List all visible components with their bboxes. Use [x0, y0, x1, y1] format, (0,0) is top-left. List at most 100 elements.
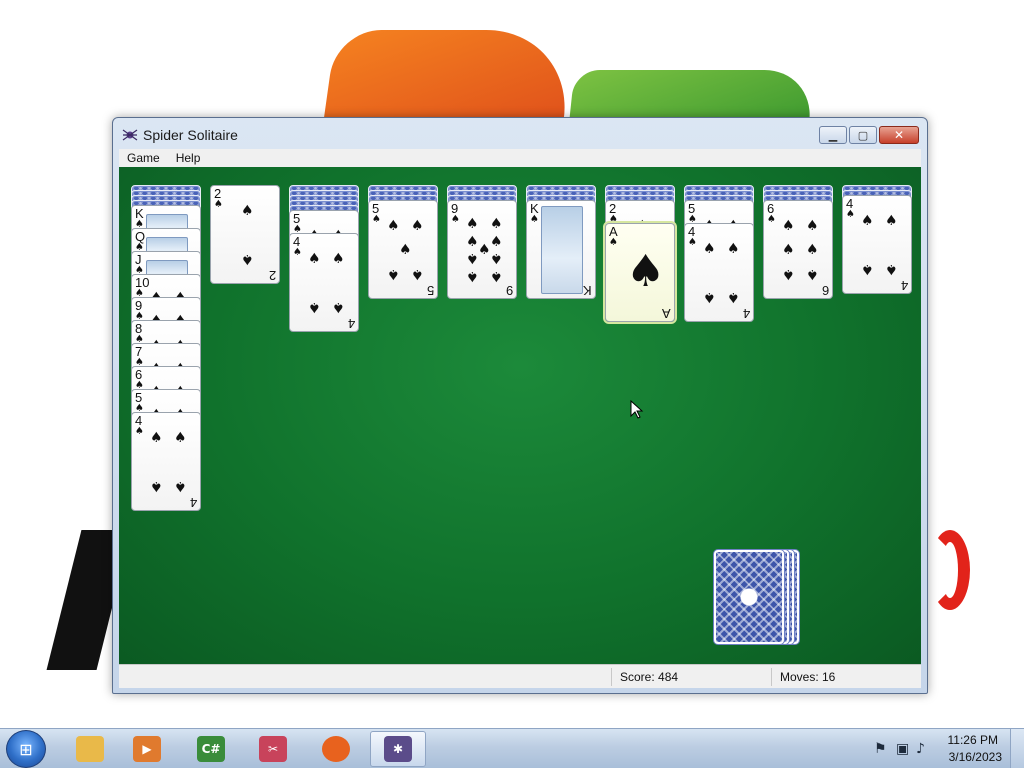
spade-icon: ♠: [150, 478, 163, 494]
court-card-art: [541, 206, 583, 294]
menu-bar: Game Help: [119, 149, 921, 167]
menu-help[interactable]: Help: [168, 149, 209, 167]
spade-icon: ♠: [332, 251, 345, 267]
card-4-spades[interactable]: 4 ♠ ♠ ♠ ♠ ♠ 4: [842, 195, 912, 294]
score-label: Score: 484: [620, 670, 679, 684]
card-2-spades[interactable]: 2 ♠ ♠ ♠ 2: [210, 185, 280, 284]
mouse-cursor-icon: [630, 400, 644, 419]
volume-icon[interactable]: ♪: [916, 741, 925, 757]
wallpaper-letter-o: [930, 530, 970, 610]
spade-icon: ♠: [411, 266, 424, 282]
spade-icon: ♠: [767, 214, 776, 225]
system-tray: ⚑ ▣ ♪ 11:26 PM 3/16/2023: [854, 729, 1024, 768]
maximize-button[interactable]: ▢: [849, 126, 877, 144]
spade-icon: ♠: [241, 203, 254, 219]
spade-icon: ♠: [214, 199, 223, 210]
menu-game[interactable]: Game: [119, 149, 168, 167]
spider-solitaire-icon: ✱: [384, 736, 412, 762]
snipping-tool-icon: ✂: [259, 736, 287, 762]
spade-icon: ♠: [530, 214, 539, 225]
csharp-taskbar-button[interactable]: C#: [183, 731, 239, 767]
status-separator: [611, 668, 612, 686]
card-k-spades[interactable]: K ♠ K: [526, 200, 596, 299]
spade-icon: ♠: [466, 250, 479, 266]
close-button[interactable]: ✕: [879, 126, 919, 144]
spade-icon: ♠: [150, 430, 163, 446]
spade-icon: ♠: [703, 241, 716, 257]
card-9-spades[interactable]: 9 ♠ ♠ ♠ ♠ ♠ ♠ ♠ ♠ ♠ ♠ 9: [447, 200, 517, 299]
card-rank: 6: [821, 283, 829, 298]
card-5-spades[interactable]: 5 ♠ ♠ ♠ ♠ ♠ ♠ 5: [368, 200, 438, 299]
spade-icon: ♠: [399, 242, 412, 258]
status-separator: [771, 668, 772, 686]
card-rank: 4: [742, 306, 750, 321]
spade-icon: ♠: [174, 478, 187, 494]
maximize-icon: ▢: [857, 128, 869, 142]
spade-icon: ♠: [703, 289, 716, 305]
spade-icon: ♠: [387, 218, 400, 234]
network-icon[interactable]: ▣: [896, 741, 909, 757]
spider-solitaire-taskbar-button[interactable]: ✱: [370, 731, 426, 767]
spade-icon: ♠: [626, 246, 666, 297]
spade-icon: ♠: [885, 213, 898, 229]
clock-time[interactable]: 11:26 PM: [948, 733, 998, 747]
card-4-spades[interactable]: 4 ♠ ♠ ♠ ♠ ♠ 4: [131, 412, 201, 511]
spider-icon: [122, 129, 138, 141]
card-rank: 5: [426, 283, 434, 298]
spider-solitaire-window: Spider Solitaire ▁ ▢ ✕ Game Help K ♠ Q ♠ J ♠ 1…: [112, 117, 928, 694]
spade-icon: ♠: [861, 261, 874, 277]
spade-icon: ♠: [490, 268, 503, 284]
card-rank: A: [662, 306, 671, 321]
spade-icon: ♠: [466, 216, 479, 232]
spade-icon: ♠: [411, 218, 424, 234]
spade-icon: ♠: [782, 266, 795, 282]
close-icon: ✕: [893, 128, 905, 142]
spade-icon: ♠: [861, 213, 874, 229]
file-explorer-taskbar-button[interactable]: [62, 731, 118, 767]
status-bar: Score: 484 Moves: 16: [119, 664, 921, 688]
moves-label: Moves: 16: [780, 670, 836, 684]
card-6-spades[interactable]: 6 ♠ ♠ ♠ ♠ ♠ ♠ ♠ 6: [763, 200, 833, 299]
spade-icon: ♠: [451, 214, 460, 225]
spade-icon: ♠: [308, 299, 321, 315]
game-board[interactable]: K♠Q♠J♠10♠♠♠♠♠♠♠♠♠♠♠9♠♠♠♠♠♠♠♠♠♠8♠♠♠♠♠♠♠♠♠…: [119, 167, 921, 664]
spade-icon: ♠: [241, 251, 254, 267]
snipping-tool-taskbar-button[interactable]: ✂: [245, 731, 301, 767]
spade-icon: ♠: [782, 218, 795, 234]
card-a-spades[interactable]: A ♠ ♠ A: [605, 223, 675, 322]
action-center-flag-icon[interactable]: ⚑: [874, 741, 887, 757]
spade-icon: ♠: [332, 299, 345, 315]
spade-icon: ♠: [885, 261, 898, 277]
spade-icon: ♠: [782, 242, 795, 258]
taskbar: ⊞ ▶ C# ✂ ✱ ⚑ ▣ ♪ 11:26 PM 3/16/2023: [0, 728, 1024, 768]
spade-icon: ♠: [174, 430, 187, 446]
spade-icon: ♠: [806, 266, 819, 282]
spade-icon: ♠: [466, 268, 479, 284]
spade-icon: ♠: [135, 426, 144, 437]
spade-icon: ♠: [308, 251, 321, 267]
spade-icon: ♠: [387, 266, 400, 282]
wallpaper-logo-green: [569, 70, 815, 120]
start-button[interactable]: ⊞: [6, 730, 46, 768]
media-player-taskbar-button[interactable]: ▶: [119, 731, 175, 767]
stock-pile[interactable]: [714, 550, 784, 644]
title-bar[interactable]: Spider Solitaire ▁ ▢ ✕: [113, 118, 927, 150]
media-player-icon: ▶: [133, 736, 161, 762]
spade-icon: ♠: [293, 247, 302, 258]
spade-icon: ♠: [490, 250, 503, 266]
spade-icon: ♠: [490, 216, 503, 232]
spade-icon: ♠: [372, 214, 381, 225]
spade-icon: ♠: [688, 237, 697, 248]
show-desktop-button[interactable]: [1010, 729, 1024, 768]
card-rank: 2: [268, 268, 276, 283]
card-4-spades[interactable]: 4 ♠ ♠ ♠ ♠ ♠ 4: [289, 233, 359, 332]
firefox-taskbar-button[interactable]: [308, 731, 364, 767]
card-4-spades[interactable]: 4 ♠ ♠ ♠ ♠ ♠ 4: [684, 223, 754, 322]
clock-date[interactable]: 3/16/2023: [949, 750, 1002, 764]
spade-icon: ♠: [727, 241, 740, 257]
minimize-button[interactable]: ▁: [819, 126, 847, 144]
card-rank: 9: [505, 283, 513, 298]
file-explorer-icon: [76, 736, 104, 762]
window-title: Spider Solitaire: [143, 127, 238, 143]
spade-icon: ♠: [727, 289, 740, 305]
